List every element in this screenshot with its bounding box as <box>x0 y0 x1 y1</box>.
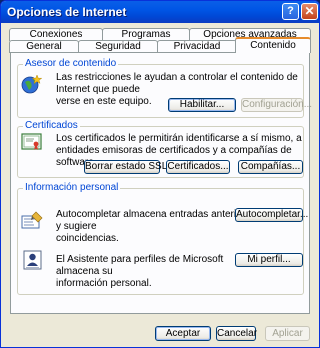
profile-text-line2: información personal. <box>56 278 152 289</box>
enable-button[interactable]: Habilitar... <box>168 98 236 112</box>
content-advisor-text-line1: Las restricciones le ayudan a controlar … <box>56 72 298 95</box>
autocomplete-text-line2: coincidencias. <box>56 233 119 244</box>
content-advisor-group: Asesor de contenido Las restricciones le… <box>17 58 312 118</box>
apply-button[interactable]: Aplicar <box>265 326 310 341</box>
clear-ssl-button[interactable]: Borrar estado SSL <box>84 160 167 174</box>
publishers-button[interactable]: Compañías... <box>238 160 303 174</box>
close-button[interactable]: ✕ <box>301 3 318 20</box>
certificates-text-line1: Los certificados le permitirán identific… <box>56 133 302 144</box>
certificates-title: Certificados <box>23 120 80 131</box>
window-title: Opciones de Internet <box>7 5 127 19</box>
autocomplete-description: Autocompletar almacena entradas anterior… <box>56 209 256 245</box>
certificate-icon <box>21 132 43 152</box>
cancel-button[interactable]: Cancelar <box>216 326 257 341</box>
certificates-group: Certificados Los certificados le permiti… <box>17 120 304 178</box>
content-advisor-title: Asesor de contenido <box>23 58 119 69</box>
personal-info-group: Información personal Autocompletar almac… <box>17 182 308 295</box>
profile-icon <box>21 249 45 271</box>
autocomplete-button[interactable]: Autocompletar... <box>235 208 308 222</box>
tab-contenido[interactable]: Contenido <box>235 37 311 53</box>
personal-info-title: Información personal <box>23 182 121 193</box>
title-bar[interactable]: Opciones de Internet ? ✕ <box>1 1 319 23</box>
content-tab-page: Asesor de contenido Las restricciones le… <box>10 52 312 314</box>
certificates-button[interactable]: Certificados... <box>166 160 230 174</box>
autocomplete-text-line1: Autocompletar almacena entradas anterior… <box>56 209 256 232</box>
help-button[interactable]: ? <box>282 3 299 20</box>
settings-button[interactable]: Configuración... <box>241 98 312 112</box>
internet-options-dialog: Opciones de Internet ? ✕ Conexiones Prog… <box>0 0 320 348</box>
profile-description: El Asistente para perfiles de Microsoft … <box>56 254 246 290</box>
profile-text-line1: El Asistente para perfiles de Microsoft … <box>56 254 224 277</box>
autocomplete-icon <box>21 211 45 231</box>
my-profile-button[interactable]: Mi perfil... <box>235 253 303 267</box>
ok-button[interactable]: Aceptar <box>155 326 211 341</box>
content-advisor-icon <box>21 73 43 95</box>
